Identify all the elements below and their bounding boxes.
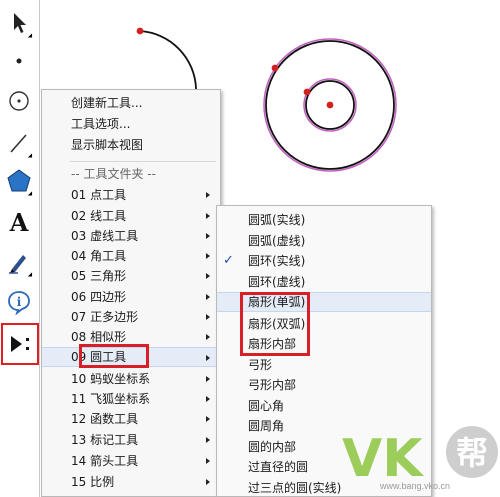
folder-item-arrow-tools[interactable]: 14 箭头工具 [42,451,220,471]
folder-item-regular-polygon[interactable]: 07 正多边形 [42,307,220,327]
arrow-tool[interactable] [2,4,36,42]
folder-item-quadrilateral[interactable]: 06 四边形 [42,287,220,307]
submenu-arrow-icon [206,233,210,239]
submenu-arrow-icon [206,479,210,485]
text-icon: A [9,207,29,237]
submenu-arrow-icon [206,334,210,340]
submenu-item-annulus-dashed[interactable]: 圆环(虚线) [217,272,431,292]
submenu-item-sector-interior[interactable]: 扇形内部 [217,334,431,354]
point-tool[interactable] [2,42,36,80]
submenu-item-central-angle[interactable]: 圆心角 [217,396,431,416]
submenu-item-segment-interior[interactable]: 弓形内部 [217,375,431,395]
folder-item-ant-coordinates[interactable]: 10 蚂蚁坐标系 [42,369,220,389]
submenu-arrow-icon [206,437,210,443]
submenu-item-annulus-solid[interactable]: ✓ 圆环(实线) [217,251,431,271]
watermark-url: www.bang.vko.cn [380,481,451,491]
folder-item-circle-tools[interactable]: 09 圆工具 [42,347,220,367]
folder-item-fox-coordinates[interactable]: 11 飞狐坐标系 [42,389,220,409]
submenu-arrow-icon [206,416,210,422]
polygon-icon [7,169,31,192]
tool-folder-header: -- 工具文件夹 -- [71,167,156,181]
submenu-arrow-icon [206,314,210,320]
submenu-arrow-icon [206,458,210,464]
submenu-item-segment[interactable]: 弓形 [217,355,431,375]
submenu-item-sector-double-arc[interactable]: 扇形(双弧) [217,314,431,334]
text-tool[interactable]: A [2,203,36,241]
submenu-arrow-icon [206,213,210,219]
submenu-arrow-icon [206,273,210,279]
submenu-item-arc-dashed[interactable]: 圆弧(虚线) [217,231,431,251]
center-point [326,101,334,109]
folder-item-ratio[interactable]: 15 比例 [42,472,220,492]
outer-ring-point [271,64,279,72]
folder-item-similar-shapes[interactable]: 08 相似形 [42,327,220,347]
line-icon [10,134,27,153]
watermark-letters: VK [342,429,424,489]
tool-options-item[interactable]: 工具选项... [42,114,220,134]
submenu-arrow-icon [206,376,210,382]
menu-separator [70,161,216,162]
pen-icon [9,255,26,274]
arrow-icon [14,13,26,33]
custom-tool[interactable] [1,323,39,365]
info-icon: i [8,291,30,315]
folder-item-function-tools[interactable]: 12 函数工具 [42,409,220,429]
point-icon [16,58,22,64]
watermark-badge-char: 帮 [456,434,488,472]
folder-item-dashed-line-tools[interactable]: 03 虚线工具 [42,226,220,246]
folder-item-triangle[interactable]: 05 三角形 [42,266,220,286]
tool-toolbar: A i [0,0,40,497]
create-new-tool-item[interactable]: 创建新工具... [42,93,220,113]
inner-ring-point [303,88,311,96]
submenu-arrow-icon [206,294,210,300]
compass-icon [9,91,29,111]
folder-item-line-tools[interactable]: 02 线工具 [42,206,220,226]
polygon-tool[interactable] [2,162,36,200]
line-tool[interactable] [2,124,36,162]
svg-text:i: i [17,295,22,309]
submenu-arrow-icon [206,253,210,259]
submenu-item-sector-single-arc[interactable]: 扇形(单弧) [217,292,431,312]
play-colon-icon [11,336,29,352]
arc-shape [139,30,197,89]
folder-item-point-tools[interactable]: 01 点工具 [42,185,220,205]
info-tool[interactable]: i [2,283,36,321]
arc-start-point [136,27,144,35]
custom-tool-menu: 创建新工具... 工具选项... 显示脚本视图 -- 工具文件夹 -- 01 点… [41,89,221,497]
show-script-view-item[interactable]: 显示脚本视图 [42,135,220,155]
submenu-item-arc-solid[interactable]: 圆弧(实线) [217,210,431,230]
submenu-arrow-icon [206,355,210,361]
marker-tool[interactable] [2,243,36,281]
submenu-arrow-icon [206,396,210,402]
check-icon: ✓ [223,253,234,268]
submenu-arrow-icon [206,192,210,198]
folder-item-marker-tools[interactable]: 13 标记工具 [42,430,220,450]
compass-tool[interactable] [2,82,36,120]
folder-item-angle-tools[interactable]: 04 角工具 [42,246,220,266]
